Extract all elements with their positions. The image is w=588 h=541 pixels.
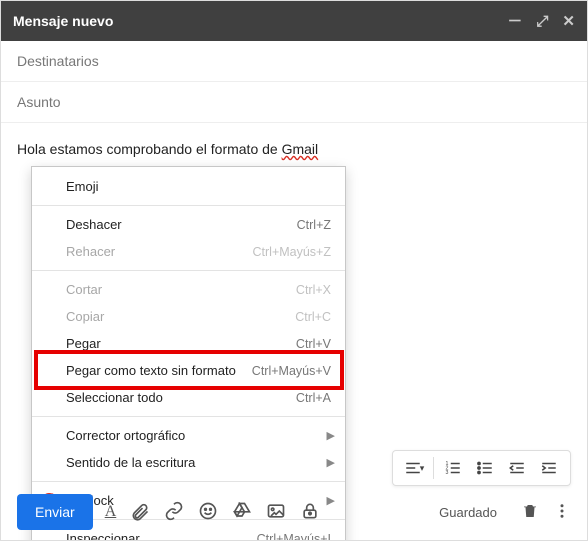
ctx-redo-shortcut: Ctrl+Mayús+Z [253,245,332,259]
ctx-undo-label: Deshacer [66,217,122,232]
ctx-select-all-shortcut: Ctrl+A [296,391,331,405]
ctx-direction[interactable]: Sentido de la escritura ▶ [32,449,345,476]
align-button[interactable]: ▾ [399,454,429,482]
subject-placeholder: Asunto [17,94,61,110]
saved-label: Guardado [439,505,497,520]
formatting-toggle-icon[interactable]: A [105,503,117,521]
ctx-direction-label: Sentido de la escritura [66,455,195,470]
ctx-paste-plain-label: Pegar como texto sin formato [66,363,236,378]
ctx-select-all[interactable]: Seleccionar todo Ctrl+A [32,384,345,411]
ctx-spellcheck-label: Corrector ortográfico [66,428,185,443]
ctx-redo: Rehacer Ctrl+Mayús+Z [32,238,345,265]
ctx-copy-label: Copiar [66,309,104,324]
window-title: Mensaje nuevo [13,13,113,29]
send-button-label: Enviar [35,504,75,520]
context-menu: Emoji Deshacer Ctrl+Z Rehacer Ctrl+Mayús+Z… [31,166,346,541]
compose-icon-row: A [105,501,321,524]
ctx-inspect-shortcut: Ctrl+Mayús+I [257,532,331,541]
ctx-undo-shortcut: Ctrl+Z [297,218,331,232]
compose-right-icons [521,502,571,523]
ctx-separator [32,205,345,206]
lock-icon[interactable] [300,501,320,524]
indent-more-button[interactable] [534,454,564,482]
recipients-placeholder: Destinatarios [17,53,99,69]
ctx-paste-shortcut: Ctrl+V [296,337,331,351]
drive-icon[interactable] [232,501,252,524]
image-icon[interactable] [266,501,286,524]
subject-field[interactable]: Asunto [1,82,587,123]
emoji-icon[interactable] [198,501,218,524]
ctx-cut-shortcut: Ctrl+X [296,283,331,297]
ctx-emoji[interactable]: Emoji [32,173,345,200]
toolbar-separator [433,457,434,479]
formatting-toolbar: ▾ 123 [392,450,571,486]
minimize-icon[interactable]: － [507,14,522,29]
ctx-separator [32,481,345,482]
send-button[interactable]: Enviar [17,494,93,530]
titlebar: Mensaje nuevo － ⤢ ✕ [1,1,587,41]
numbered-list-button[interactable]: 123 [438,454,468,482]
ctx-select-all-label: Seleccionar todo [66,390,163,405]
body-text: Hola estamos comprobando el formato de [17,141,282,157]
ctx-cut-label: Cortar [66,282,102,297]
ctx-undo[interactable]: Deshacer Ctrl+Z [32,211,345,238]
expand-icon[interactable]: ⤢ [536,14,548,29]
ctx-copy: Copiar Ctrl+C [32,303,345,330]
attach-icon[interactable] [130,501,150,524]
ctx-paste[interactable]: Pegar Ctrl+V [32,330,345,357]
ctx-redo-label: Rehacer [66,244,115,259]
window-controls: － ⤢ ✕ [507,14,575,29]
indent-less-button[interactable] [502,454,532,482]
ctx-paste-plain[interactable]: Pegar como texto sin formato Ctrl+Mayús+V [32,357,345,384]
ctx-paste-label: Pegar [66,336,101,351]
ctx-spellcheck[interactable]: Corrector ortográfico ▶ [32,422,345,449]
ctx-separator [32,416,345,417]
ctx-paste-plain-shortcut: Ctrl+Mayús+V [252,364,331,378]
close-icon[interactable]: ✕ [562,14,575,29]
ctx-separator [32,270,345,271]
bulleted-list-button[interactable] [470,454,500,482]
compose-window: Mensaje nuevo － ⤢ ✕ Destinatarios Asunto… [0,0,588,541]
recipients-field[interactable]: Destinatarios [1,41,587,82]
more-options-icon[interactable] [553,502,571,523]
ctx-inspect-label: Inspeccionar [66,531,140,541]
ctx-cut: Cortar Ctrl+X [32,276,345,303]
discard-icon[interactable] [521,502,539,523]
submenu-arrow-icon: ▶ [327,429,335,442]
svg-text:3: 3 [446,470,449,476]
ctx-emoji-label: Emoji [66,179,99,194]
message-body[interactable]: Hola estamos comprobando el formato de G… [1,123,587,157]
send-row: Enviar A Guardado [17,494,571,530]
submenu-arrow-icon: ▶ [327,456,335,469]
body-link-text: Gmail [282,141,319,157]
dropdown-caret-icon: ▾ [420,463,425,474]
ctx-copy-shortcut: Ctrl+C [295,310,331,324]
link-icon[interactable] [164,501,184,524]
